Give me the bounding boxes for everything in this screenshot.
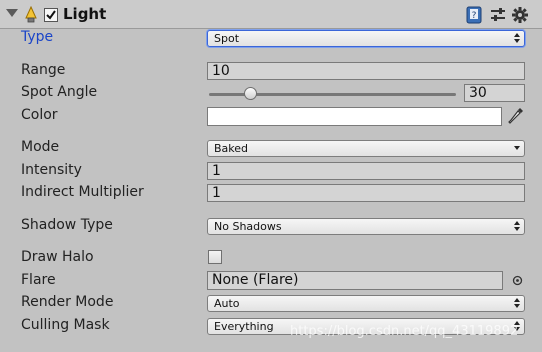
flare-label: Flare	[21, 272, 56, 288]
component-header: Light ?	[0, 0, 542, 29]
shadow-type-label: Shadow Type	[21, 217, 113, 233]
shadow-type-dropdown[interactable]: No Shadows	[207, 218, 525, 235]
svg-text:?: ?	[472, 11, 477, 21]
watermark-text: https://blog.csdn.net/qq_43119892	[290, 324, 519, 339]
component-title: Light	[63, 5, 107, 23]
shadow-type-value: No Shadows	[214, 220, 282, 233]
dropdown-arrows-icon	[514, 221, 520, 232]
indirect-multiplier-label: Indirect Multiplier	[21, 184, 144, 200]
spot-angle-field[interactable]: 30	[464, 84, 525, 102]
range-field[interactable]: 10	[207, 62, 525, 80]
foldout-arrow-icon[interactable]	[6, 9, 18, 17]
object-picker-icon[interactable]	[512, 275, 523, 286]
mode-label: Mode	[21, 139, 60, 155]
mode-value: Baked	[214, 142, 249, 155]
eyedropper-icon[interactable]	[507, 106, 525, 126]
draw-halo-label: Draw Halo	[21, 249, 94, 265]
intensity-field[interactable]: 1	[207, 162, 525, 180]
type-dropdown[interactable]: Spot	[207, 30, 525, 47]
dropdown-arrow-icon	[514, 143, 520, 154]
color-swatch[interactable]	[207, 107, 502, 126]
render-mode-label: Render Mode	[21, 294, 114, 310]
culling-mask-label: Culling Mask	[21, 317, 110, 333]
gear-icon[interactable]	[511, 6, 529, 24]
type-value: Spot	[214, 32, 240, 45]
preset-sliders-icon[interactable]	[489, 6, 507, 24]
dropdown-arrows-icon	[514, 298, 520, 309]
mode-dropdown[interactable]: Baked	[207, 140, 525, 157]
type-label: Type	[21, 29, 54, 45]
culling-mask-value: Everything	[214, 320, 274, 333]
enable-checkbox-icon[interactable]	[44, 8, 58, 22]
range-label: Range	[21, 62, 66, 78]
render-mode-value: Auto	[214, 297, 240, 310]
draw-halo-checkbox[interactable]	[208, 250, 222, 264]
color-label: Color	[21, 107, 58, 123]
spot-angle-slider-thumb[interactable]	[244, 87, 258, 100]
light-bulb-icon	[25, 6, 37, 23]
render-mode-dropdown[interactable]: Auto	[207, 295, 525, 312]
dropdown-arrows-icon	[514, 33, 520, 44]
help-book-icon[interactable]: ?	[465, 6, 483, 24]
indirect-multiplier-field[interactable]: 1	[207, 184, 525, 202]
flare-object-field[interactable]: None (Flare)	[207, 271, 503, 290]
intensity-label: Intensity	[21, 162, 82, 178]
spot-angle-label: Spot Angle	[21, 84, 98, 100]
